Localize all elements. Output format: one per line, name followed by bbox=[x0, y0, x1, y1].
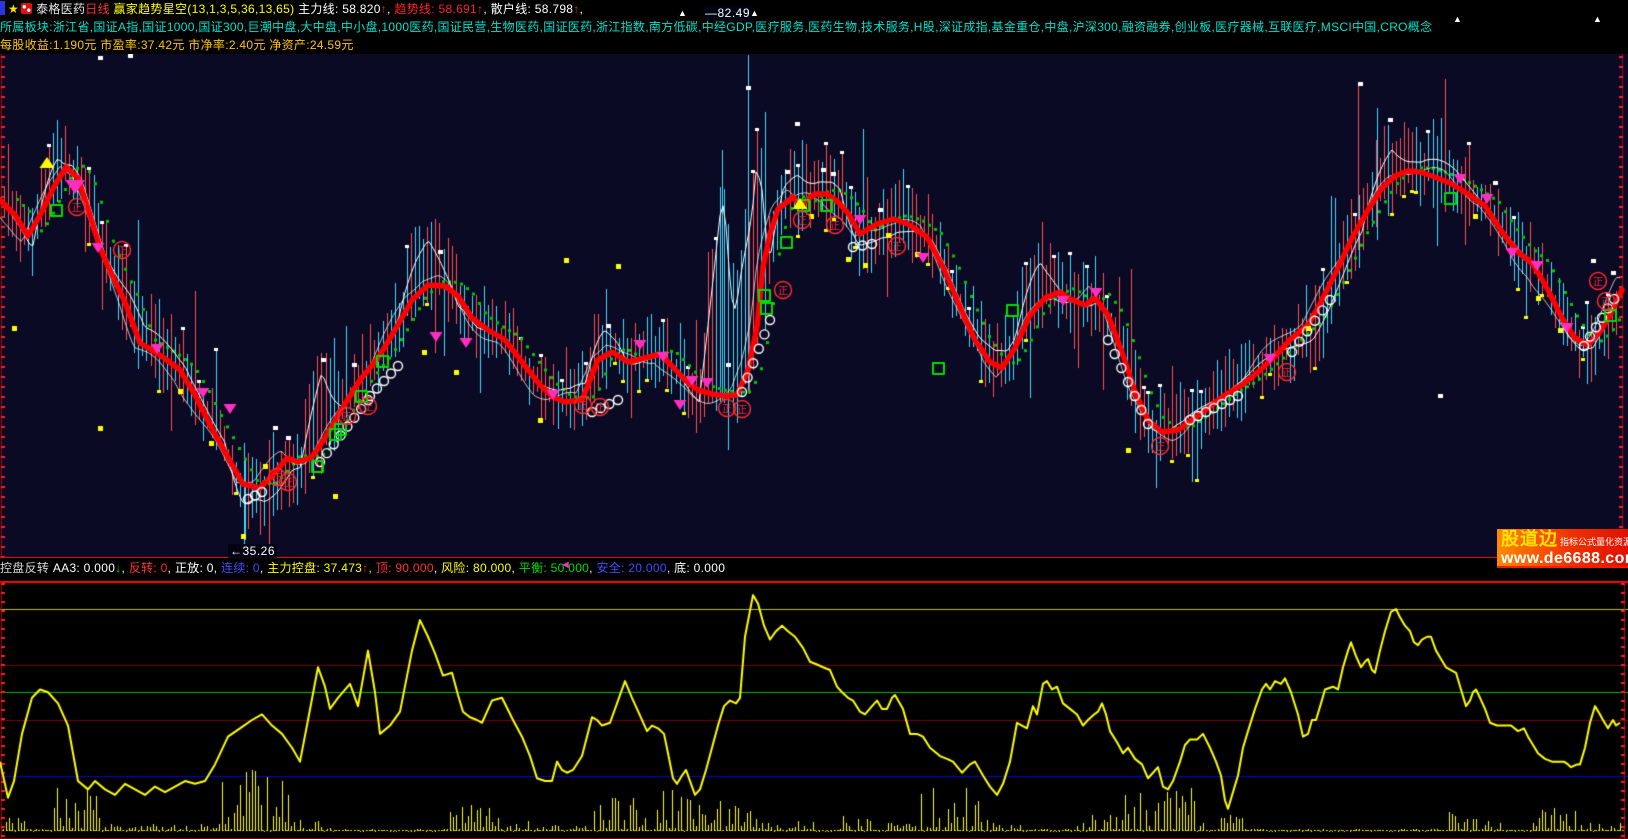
watermark-url[interactable]: www.de6688.com bbox=[1501, 551, 1628, 567]
sector-label: 所属板块: bbox=[0, 20, 53, 34]
indicator-title: 控盘反转 bbox=[0, 561, 49, 575]
sector-bar: 所属板块:浙江省,国证A指,国证1000,国证300,巨潮中盘,大中盘,中小盘,… bbox=[0, 18, 1628, 36]
low-price-label: ←35.26 bbox=[228, 544, 277, 558]
comma: , bbox=[122, 561, 129, 575]
reversal-value: 反转: 0 bbox=[129, 561, 168, 575]
status-pointer-icon: ◄ bbox=[560, 559, 571, 571]
new-high-arrow-icon: ▲ bbox=[1453, 15, 1462, 24]
fundamentals-text: 每股收益:1.190元 市盈率:37.42元 市净率:2.40元 净资产:24.… bbox=[0, 38, 354, 52]
control-reversal-panel[interactable] bbox=[0, 581, 1628, 839]
comma: , bbox=[512, 561, 519, 575]
new-high-arrow-icon: ▲ bbox=[750, 9, 759, 18]
aa3-value: AA3: 0.000 bbox=[49, 561, 115, 575]
comma: , bbox=[168, 561, 175, 575]
new-high-arrow-icon: ▲ bbox=[1593, 15, 1602, 24]
main-force-line-value: 主力线: 58.820 bbox=[298, 2, 381, 16]
watermark-brand: 股道边 bbox=[1501, 529, 1558, 549]
stock-name: 泰格医药 bbox=[36, 2, 85, 16]
favorite-star-icon[interactable]: ★ bbox=[8, 2, 19, 16]
indicator-status-bar[interactable]: 控盘反转 AA3: 0.000↓, 反转: 0, 正放: 0, 连续: 0, 主… bbox=[0, 558, 1628, 580]
indicator-name: 赢家趋势星空(13,1,3,5,36,13,65) bbox=[110, 2, 298, 16]
stock-pool-icon[interactable] bbox=[21, 3, 32, 14]
lianxu-value: 连续: 0 bbox=[221, 561, 260, 575]
bottom-value: 底: 0.000 bbox=[674, 561, 725, 575]
title-text: 泰格医药日线 赢家趋势星空(13,1,3,5,36,13,65) 主力线: 58… bbox=[36, 2, 583, 16]
comma: , bbox=[667, 561, 674, 575]
stock-app-window: { "title_bar": { "star_icon": "★", "segm… bbox=[0, 0, 1628, 839]
period-label: 日线 bbox=[85, 2, 110, 16]
comma: , bbox=[483, 2, 490, 16]
watermark-tagline: 指标公式量化资源 bbox=[1560, 537, 1628, 547]
balance-value: 平衡: 50.000 bbox=[519, 561, 589, 575]
trend-line-value: 趋势线: 58.691↑ bbox=[394, 2, 483, 16]
title-bar: ★ 泰格医药日线 赢家趋势星空(13,1,3,5,36,13,65) 主力线: 5… bbox=[0, 0, 1628, 18]
watermark-ad[interactable]: 股道边指标公式量化资源 www.de6688.com bbox=[1497, 529, 1628, 568]
main-control-value: 主力控盘: 37.473 bbox=[267, 561, 362, 575]
retail-line-value: 散户线: 58.798 bbox=[491, 2, 574, 16]
fundamentals-bar: 每股收益:1.190元 市盈率:37.42元 市净率:2.40元 净资产:24.… bbox=[0, 36, 1628, 54]
comma: , bbox=[580, 2, 584, 16]
sector-list[interactable]: 浙江省,国证A指,国证1000,国证300,巨潮中盘,大中盘,中小盘,1000医… bbox=[53, 20, 1433, 34]
top-value: 顶: 90.000 bbox=[376, 561, 434, 575]
main-kline-chart[interactable] bbox=[0, 54, 1628, 557]
comma: , bbox=[368, 561, 375, 575]
high-price-label: —82.49 bbox=[703, 6, 752, 20]
zhengfang-value: 正放: 0 bbox=[175, 561, 214, 575]
window-accent-bar bbox=[0, 1, 5, 15]
comma: , bbox=[214, 561, 221, 575]
new-high-arrow-icon: ▲ bbox=[678, 9, 687, 18]
risk-value: 风险: 80.000 bbox=[441, 561, 511, 575]
safe-value: 安全: 20.000 bbox=[596, 561, 666, 575]
